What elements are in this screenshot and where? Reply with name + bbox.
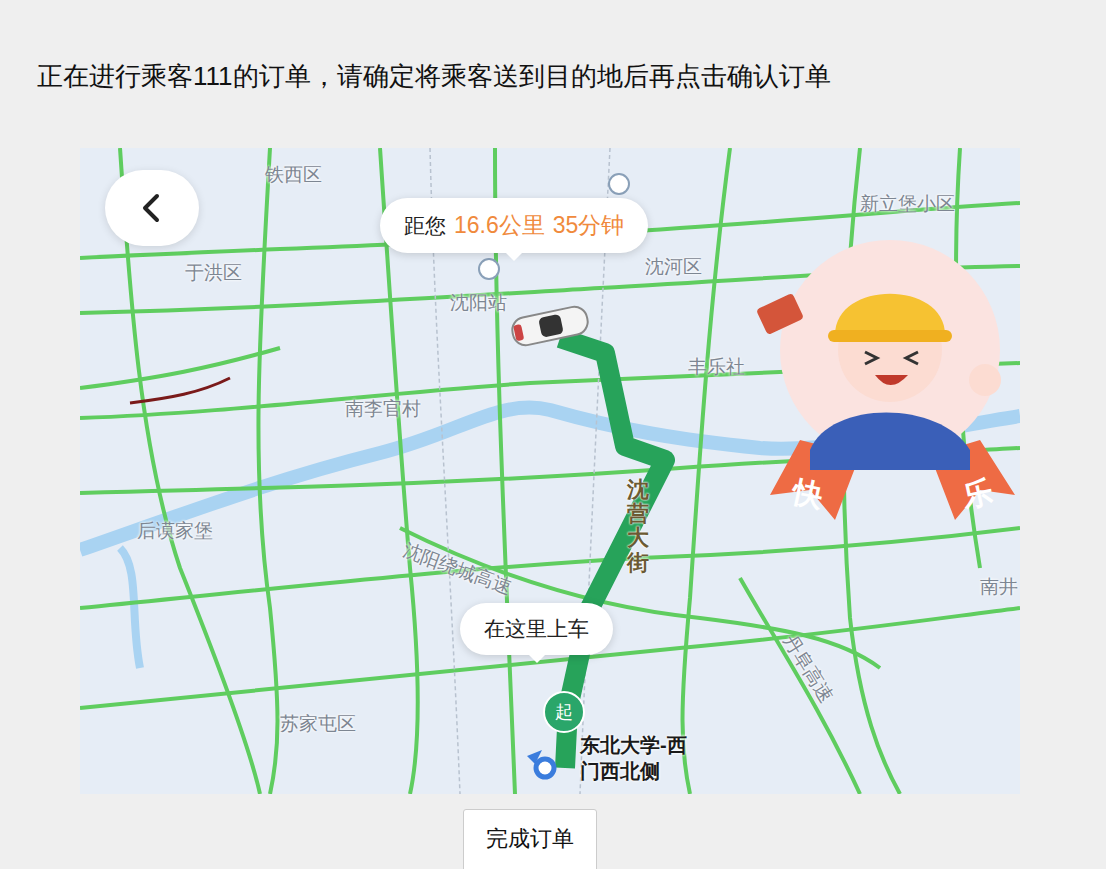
area-label: 南李官村 xyxy=(345,398,421,421)
distance-value: 16.6公里 xyxy=(454,208,545,243)
distance-prefix: 距您 xyxy=(404,210,446,242)
route-map[interactable]: 铁西区新立堡小区于洪区沈阳站沈河区丰乐社南李官村后谟家堡苏家屯区南井沈阳绕城高速… xyxy=(80,148,1020,794)
area-label: 沈阳站 xyxy=(450,292,507,315)
instruction-heading: 正在进行乘客111的订单，请确定将乘客送到目的地后再点击确认订单 xyxy=(37,58,1106,94)
station-icon xyxy=(608,173,630,195)
area-label: 后谟家堡 xyxy=(137,520,213,543)
pickup-bubble: 在这里上车 xyxy=(460,603,613,655)
station-icon xyxy=(478,258,500,280)
start-marker: 起 xyxy=(543,691,585,733)
ribbon-label: 快 xyxy=(784,467,832,519)
area-label: 铁西区 xyxy=(265,164,322,187)
back-button[interactable] xyxy=(105,170,199,246)
duration-value: 35分钟 xyxy=(553,208,625,243)
area-label: 南井 xyxy=(980,576,1018,599)
area-label: 于洪区 xyxy=(185,262,242,285)
chevron-left-icon xyxy=(139,193,165,223)
area-label: 沈河区 xyxy=(645,256,702,279)
area-label: 新立堡小区 xyxy=(860,193,955,216)
area-label: 丰乐社 xyxy=(688,356,745,379)
complete-order-button[interactable]: 完成订单 xyxy=(463,809,597,869)
road-label: 沈营大街 xyxy=(627,478,649,575)
distance-bubble: 距您16.6公里35分钟 xyxy=(380,198,648,253)
destination-label: 东北大学-西门西北侧 xyxy=(580,732,705,784)
area-label: 苏家屯区 xyxy=(280,713,356,736)
